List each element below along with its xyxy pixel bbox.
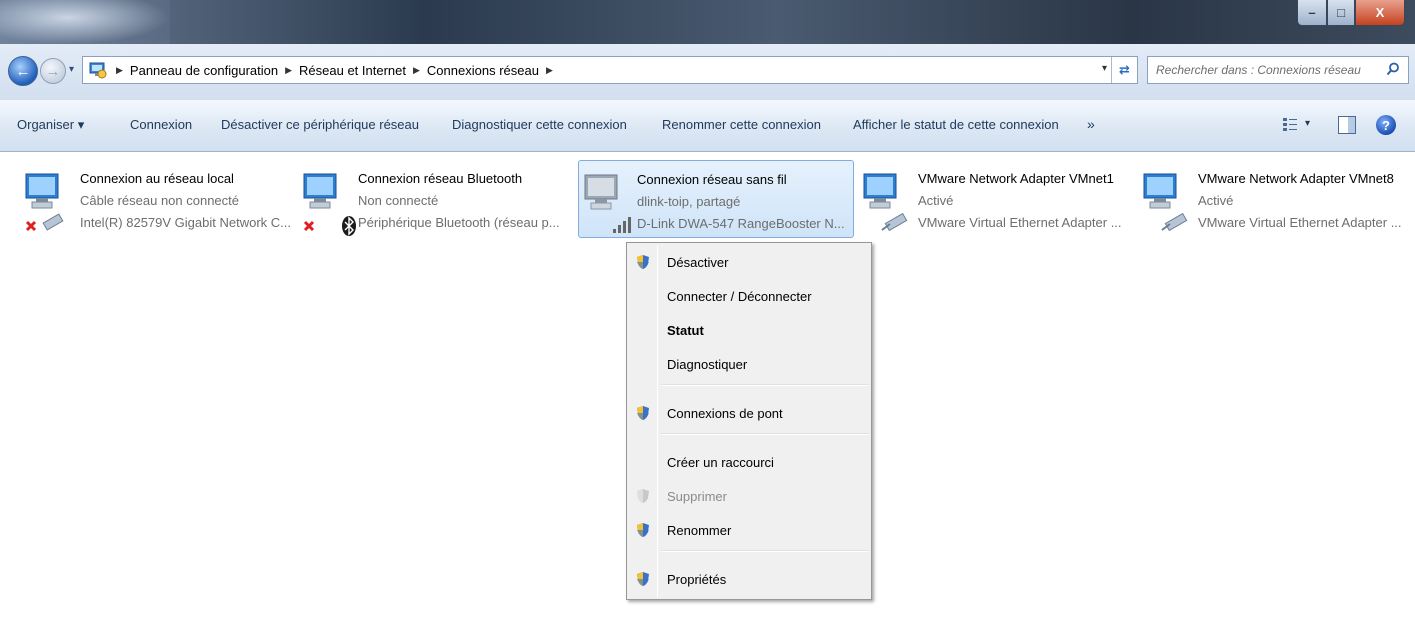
ethernet-adapter-icon (1143, 173, 1188, 232)
wireless-signal-icon (584, 174, 631, 233)
connect-button[interactable]: Connexion (130, 117, 192, 132)
connection-name: Connexion réseau Bluetooth (358, 171, 523, 186)
menu-item-label: Statut (667, 322, 704, 338)
menu-item-label: Connecter / Déconnecter (667, 288, 812, 304)
ethernet-adapter-icon (863, 173, 908, 232)
connection-name: VMware Network Adapter VMnet8 (1198, 171, 1394, 186)
connection-device: Périphérique Bluetooth (réseau p... (358, 215, 560, 230)
connection-status: Activé (1198, 193, 1234, 208)
menu-item-label: Désactiver (667, 254, 729, 270)
breadcrumb-network-connections[interactable]: Connexions réseau (427, 63, 539, 78)
menu-separator (661, 550, 869, 552)
menu-item-label: Créer un raccourci (667, 454, 774, 470)
address-history-dropdown[interactable]: ▾ (1102, 63, 1107, 74)
command-bar: Organiser ▾ Connexion Désactiver ce péri… (0, 100, 1415, 152)
preview-pane-icon[interactable] (1338, 116, 1356, 134)
title-bar-glow (0, 0, 170, 44)
menu-item-disable[interactable]: Désactiver (627, 246, 871, 278)
connection-name: Connexion au réseau local (80, 171, 234, 186)
close-button[interactable]: X (1355, 0, 1405, 26)
uac-shield-icon (637, 523, 649, 537)
menu-item-label: Propriétés (667, 571, 727, 587)
minimize-button[interactable]: – (1297, 0, 1327, 26)
address-bar[interactable]: ▶ Panneau de configuration ▶ Réseau et I… (82, 56, 1138, 84)
connection-device: Intel(R) 82579V Gigabit Network C... (80, 215, 291, 230)
address-row: ← → ▾ ▶ Panneau de configuration ▶ Résea… (0, 44, 1415, 100)
breadcrumb-control-panel[interactable]: Panneau de configuration (130, 63, 278, 78)
arrow-right-icon: → (45, 62, 61, 80)
connection-item-local-area[interactable]: Connexion au réseau local Câble réseau n… (22, 160, 294, 238)
diagnose-button[interactable]: Diagnostiquer cette connexion (452, 117, 627, 132)
menu-item-label: Connexions de pont (667, 405, 783, 421)
menu-item-connect-disconnect[interactable]: Connecter / Déconnecter (627, 280, 871, 312)
back-button[interactable]: ← (8, 56, 38, 86)
menu-item-bridge-connections[interactable]: Connexions de pont (627, 397, 871, 429)
menu-item-properties[interactable]: Propriétés (627, 563, 871, 595)
more-commands-button[interactable]: » (1087, 116, 1095, 132)
connection-item-bluetooth[interactable]: Connexion réseau Bluetooth Non connecté … (300, 160, 572, 238)
menu-item-status[interactable]: Statut (627, 314, 871, 346)
refresh-button[interactable]: ⇄ (1111, 57, 1137, 83)
search-box[interactable] (1147, 56, 1409, 84)
help-icon[interactable]: ? (1376, 115, 1396, 135)
breadcrumb-arrow-icon[interactable]: ▶ (413, 65, 420, 76)
menu-separator (661, 433, 869, 435)
refresh-icon: ⇄ (1119, 62, 1130, 77)
view-options-dropdown[interactable]: ▾ (1305, 118, 1310, 129)
menu-item-create-shortcut[interactable]: Créer un raccourci (627, 446, 871, 478)
connection-status: dlink-toip, partagé (637, 194, 741, 209)
breadcrumb-network-internet[interactable]: Réseau et Internet (299, 63, 406, 78)
connection-status: Non connecté (358, 193, 439, 208)
uac-shield-icon (637, 572, 649, 586)
bluetooth-disconnected-icon (303, 173, 356, 236)
menu-item-label: Diagnostiquer (667, 356, 748, 372)
maximize-button[interactable]: □ (1327, 0, 1355, 26)
arrow-left-icon: ← (15, 62, 31, 80)
uac-shield-icon (637, 255, 649, 269)
control-panel-icon (87, 60, 109, 80)
connection-item-vmnet1[interactable]: VMware Network Adapter VMnet1 Activé VMw… (860, 160, 1132, 238)
connection-item-wireless[interactable]: Connexion réseau sans fil dlink-toip, pa… (578, 160, 854, 238)
change-view-icon[interactable] (1282, 116, 1298, 134)
rename-button[interactable]: Renommer cette connexion (662, 117, 821, 132)
forward-button[interactable]: → (40, 58, 66, 84)
menu-item-delete: Supprimer (627, 480, 871, 512)
connection-name: VMware Network Adapter VMnet1 (918, 171, 1114, 186)
menu-separator (661, 384, 869, 386)
menu-item-label: Renommer (667, 522, 732, 538)
uac-shield-disabled-icon (637, 489, 649, 503)
organize-menu-button[interactable]: Organiser ▾ (17, 117, 84, 133)
connection-device: VMware Virtual Ethernet Adapter ... (918, 215, 1122, 230)
search-input[interactable] (1156, 63, 1384, 77)
breadcrumb-arrow-icon[interactable]: ▶ (285, 65, 292, 76)
search-icon[interactable] (1386, 62, 1400, 76)
disable-device-button[interactable]: Désactiver ce périphérique réseau (221, 117, 419, 132)
connection-status: Activé (918, 193, 954, 208)
wired-disconnected-icon (25, 173, 64, 232)
context-menu: Désactiver Connecter / Déconnecter Statu… (626, 242, 872, 600)
breadcrumb-arrow-icon[interactable]: ▶ (546, 65, 553, 76)
view-status-button[interactable]: Afficher le statut de cette connexion (853, 117, 1059, 132)
connection-device: VMware Virtual Ethernet Adapter ... (1198, 215, 1402, 230)
breadcrumb-arrow-icon[interactable]: ▶ (116, 65, 123, 76)
uac-shield-icon (637, 406, 649, 420)
connection-status: Câble réseau non connecté (80, 193, 240, 208)
title-bar: – □ X (0, 0, 1415, 44)
recent-pages-dropdown[interactable]: ▾ (69, 64, 74, 75)
menu-item-label: Supprimer (667, 488, 727, 504)
menu-item-rename[interactable]: Renommer (627, 514, 871, 546)
connection-device: D-Link DWA-547 RangeBooster N... (637, 216, 845, 231)
menu-item-diagnose[interactable]: Diagnostiquer (627, 348, 871, 380)
connection-name: Connexion réseau sans fil (637, 172, 787, 187)
connection-item-vmnet8[interactable]: VMware Network Adapter VMnet8 Activé VMw… (1140, 160, 1412, 238)
